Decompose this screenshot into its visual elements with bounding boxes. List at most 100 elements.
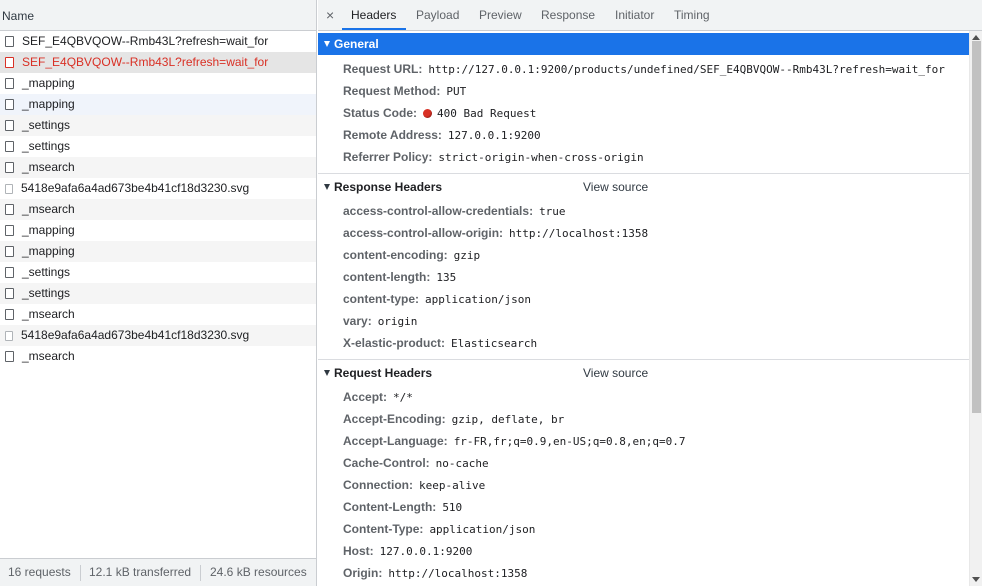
- header-name: Request Method:: [343, 84, 441, 98]
- tab-payload[interactable]: Payload: [416, 0, 459, 30]
- resources-size: 24.6 kB resources: [210, 565, 307, 579]
- request-header-row: Accept: */*: [343, 387, 413, 407]
- request-row[interactable]: _msearch: [0, 199, 316, 220]
- response-header-row: access-control-allow-origin: http://local…: [343, 223, 648, 243]
- view-source-link[interactable]: View source: [583, 176, 648, 198]
- header-name: Referrer Policy:: [343, 150, 433, 164]
- header-name: Host:: [343, 544, 374, 558]
- request-name: _settings: [22, 118, 71, 132]
- header-name: access-control-allow-origin:: [343, 226, 504, 240]
- document-icon: [5, 57, 14, 68]
- request-row[interactable]: _mapping: [0, 241, 316, 262]
- header-name: Remote Address:: [343, 128, 442, 142]
- header-value: 127.0.0.1:9200: [379, 545, 473, 558]
- tab-response[interactable]: Response: [541, 0, 595, 30]
- response-header-row: content-length: 135: [343, 267, 456, 287]
- request-row[interactable]: _mapping: [0, 220, 316, 241]
- header-name: Accept-Language:: [343, 434, 448, 448]
- name-column-header[interactable]: Name: [0, 0, 316, 31]
- header-value: origin: [377, 315, 418, 328]
- request-name: 5418e9afa6a4ad673be4b41cf18d3230.svg: [21, 328, 250, 342]
- document-icon: [5, 99, 14, 110]
- expand-caret-icon: [324, 370, 330, 376]
- general-row: Referrer Policy: strict-origin-when-cross…: [343, 147, 644, 167]
- request-row[interactable]: _settings: [0, 283, 316, 304]
- request-name: _msearch: [22, 307, 75, 321]
- document-icon: [5, 141, 14, 152]
- general-row: Request URL: http://127.0.0.1:9200/produc…: [343, 59, 945, 79]
- details-tabbar: × Headers Payload Preview Response Initi…: [318, 0, 982, 31]
- document-icon: [5, 267, 14, 278]
- header-value: http://localhost:1358: [509, 227, 649, 240]
- view-source-link[interactable]: View source: [583, 362, 648, 384]
- transferred-size: 12.1 kB transferred: [89, 565, 192, 579]
- request-row[interactable]: _settings: [0, 136, 316, 157]
- request-row[interactable]: 5418e9afa6a4ad673be4b41cf18d3230.svg: [0, 325, 316, 346]
- header-value: strict-origin-when-cross-origin: [438, 151, 644, 164]
- document-icon: [5, 309, 14, 320]
- request-row-selected[interactable]: SEF_E4QBVQOW--Rmb43L?refresh=wait_for: [0, 52, 316, 73]
- header-name: Request URL:: [343, 62, 423, 76]
- header-name: Accept-Encoding:: [343, 412, 446, 426]
- request-row[interactable]: _settings: [0, 115, 316, 136]
- tab-headers[interactable]: Headers: [351, 0, 396, 30]
- request-row[interactable]: _msearch: [0, 304, 316, 325]
- header-value: gzip, deflate, br: [451, 413, 565, 426]
- details-scrollbar[interactable]: [969, 31, 982, 586]
- response-header-row: access-control-allow-credentials: true: [343, 201, 566, 221]
- request-row[interactable]: _mapping: [0, 73, 316, 94]
- tab-initiator[interactable]: Initiator: [615, 0, 654, 30]
- section-title: Request Headers: [334, 366, 433, 380]
- request-name: _mapping: [22, 244, 75, 258]
- request-details-panel: × Headers Payload Preview Response Initi…: [318, 0, 982, 586]
- section-title: Response Headers: [334, 180, 443, 194]
- request-name: _mapping: [22, 223, 75, 237]
- tab-preview[interactable]: Preview: [479, 0, 522, 30]
- request-header-row: Content-Length: 510: [343, 497, 462, 517]
- header-value: gzip: [453, 249, 481, 262]
- header-name: access-control-allow-credentials:: [343, 204, 534, 218]
- scroll-down-arrow-icon[interactable]: [972, 577, 980, 582]
- header-name: Cache-Control:: [343, 456, 430, 470]
- request-row[interactable]: _settings: [0, 262, 316, 283]
- expand-caret-icon: [324, 41, 330, 47]
- request-list-panel: Name SEF_E4QBVQOW--Rmb43L?refresh=wait_f…: [0, 0, 317, 586]
- request-header-row: Content-Type: application/json: [343, 519, 535, 539]
- request-row[interactable]: _mapping: [0, 94, 316, 115]
- network-summary-bar: 16 requests 12.1 kB transferred 24.6 kB …: [0, 558, 316, 586]
- header-value: 510: [442, 501, 463, 514]
- header-value: 127.0.0.1:9200: [447, 129, 541, 142]
- header-name: vary:: [343, 314, 372, 328]
- general-section-toggle[interactable]: General: [318, 33, 969, 55]
- header-name: Origin:: [343, 566, 383, 580]
- tab-timing[interactable]: Timing: [674, 0, 710, 30]
- request-row[interactable]: 5418e9afa6a4ad673be4b41cf18d3230.svg: [0, 178, 316, 199]
- document-icon: [5, 204, 14, 215]
- status-error-icon: [423, 109, 433, 118]
- request-name: SEF_E4QBVQOW--Rmb43L?refresh=wait_for: [22, 55, 269, 69]
- name-column-label: Name: [2, 9, 35, 23]
- close-icon[interactable]: ×: [326, 7, 334, 23]
- header-value: true: [539, 205, 566, 218]
- header-value: Elasticsearch: [451, 337, 538, 350]
- request-name: _mapping: [22, 76, 75, 90]
- request-row[interactable]: _msearch: [0, 157, 316, 178]
- header-value: 135: [436, 271, 457, 284]
- document-icon: [5, 246, 14, 257]
- request-row[interactable]: _msearch: [0, 346, 316, 367]
- header-name: content-encoding:: [343, 248, 448, 262]
- response-headers-section-toggle[interactable]: Response Headers View source: [318, 176, 969, 198]
- header-value: application/json: [429, 523, 536, 536]
- request-row[interactable]: SEF_E4QBVQOW--Rmb43L?refresh=wait_for: [0, 31, 316, 52]
- request-headers-section-toggle[interactable]: Request Headers View source: [318, 362, 969, 384]
- scroll-up-arrow-icon[interactable]: [972, 35, 980, 40]
- header-name: Content-Length:: [343, 500, 437, 514]
- scrollbar-thumb[interactable]: [972, 41, 981, 413]
- summary-divider: [80, 565, 81, 581]
- header-name: X-elastic-product:: [343, 336, 446, 350]
- response-header-row: X-elastic-product: Elasticsearch: [343, 333, 537, 353]
- request-name: _msearch: [22, 202, 75, 216]
- section-divider: [318, 359, 969, 360]
- header-value: keep-alive: [419, 479, 486, 492]
- header-name: Accept:: [343, 390, 388, 404]
